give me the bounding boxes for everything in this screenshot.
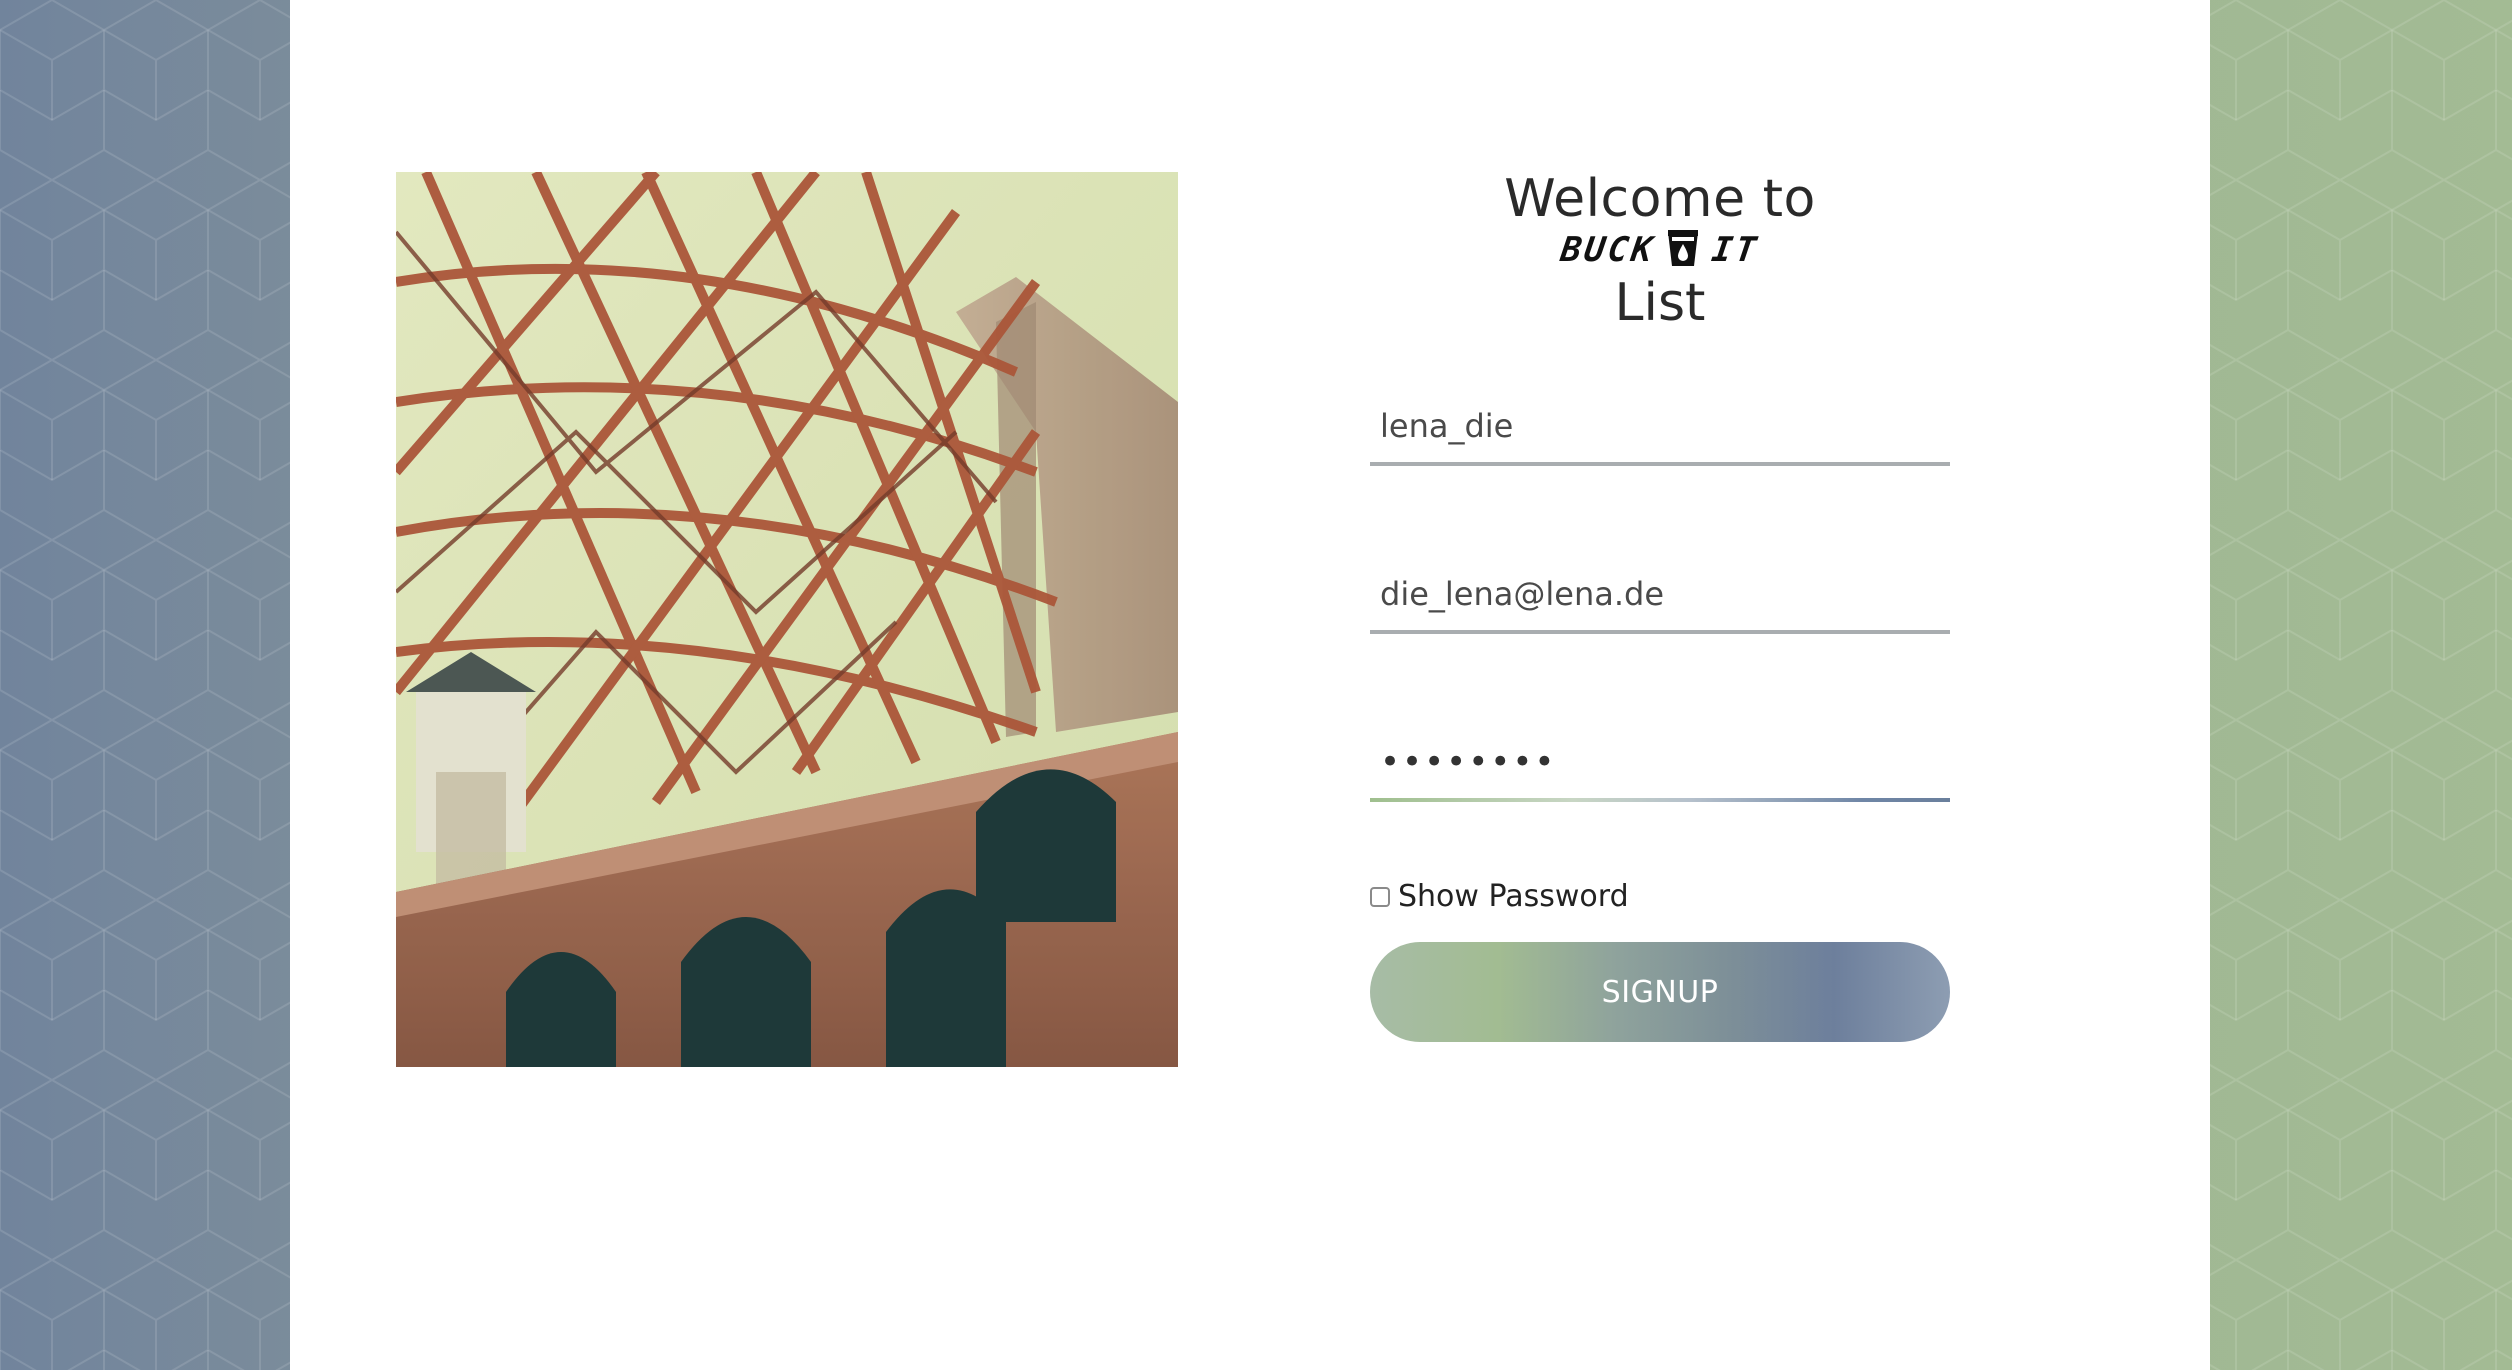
list-text: List <box>1614 273 1706 333</box>
username-input[interactable] <box>1370 390 1950 462</box>
signup-button[interactable]: SIGNUP <box>1370 942 1950 1042</box>
email-field <box>1370 558 1950 634</box>
signup-card: Welcome to BUCK IT List lena_die die_len… <box>290 0 2210 1370</box>
welcome-heading: Welcome to BUCK IT List <box>1370 170 1950 332</box>
show-password-label[interactable]: Show Password <box>1398 879 1629 914</box>
signup-form: Welcome to BUCK IT List lena_die die_len… <box>1370 170 1950 1042</box>
bucket-list-logo: BUCK IT <box>1557 226 1763 274</box>
username-field <box>1370 390 1950 466</box>
email-input[interactable] <box>1370 558 1950 630</box>
bridge-photo <box>396 172 1178 1067</box>
password-field <box>1370 726 1950 802</box>
show-password-checkbox[interactable] <box>1370 887 1390 907</box>
logo-word-buck: BUCK <box>1557 230 1658 270</box>
logo-word-it: IT <box>1709 230 1763 270</box>
show-password-row: Show Password <box>1370 876 1950 916</box>
welcome-text: Welcome to <box>1504 169 1816 229</box>
bucket-icon <box>1666 228 1700 272</box>
password-input[interactable] <box>1370 726 1950 798</box>
